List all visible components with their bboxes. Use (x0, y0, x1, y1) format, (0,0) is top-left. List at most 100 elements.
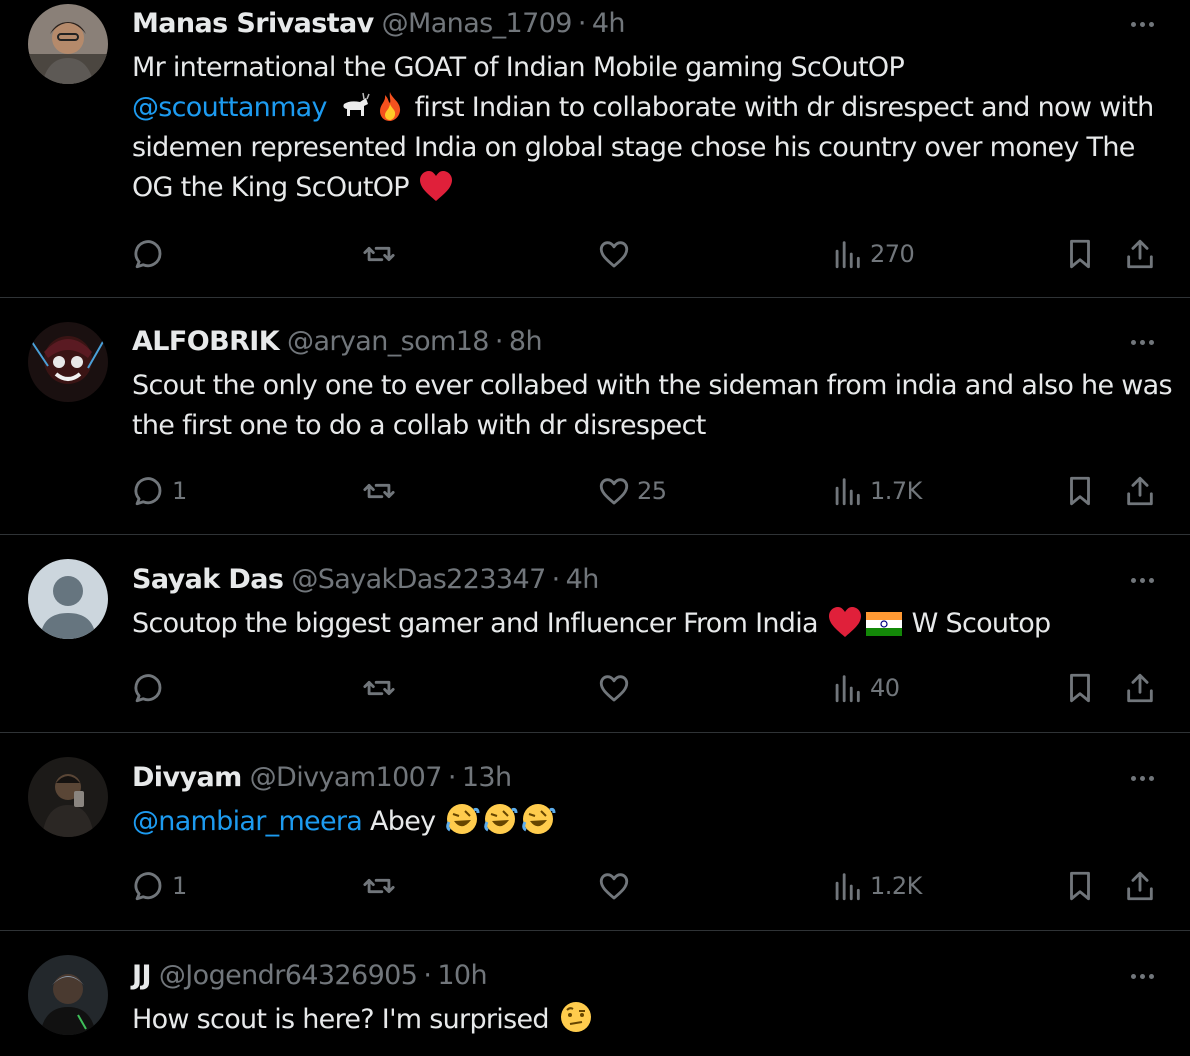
share-button[interactable] (1123, 234, 1157, 274)
india-flag-emoji-icon (865, 612, 902, 636)
author-name[interactable]: ALFOBRIK (132, 326, 280, 357)
separator-dot: · (423, 959, 432, 991)
mention-link[interactable]: @scouttanmay (132, 92, 328, 123)
retweet-button[interactable] (362, 234, 396, 274)
author-handle[interactable]: @SayakDas223347 (291, 564, 546, 595)
reply-button[interactable]: 1 (132, 471, 187, 511)
author-handle[interactable]: @aryan_som18 (287, 326, 489, 357)
avatar[interactable] (28, 955, 108, 1035)
bookmark-icon (1070, 673, 1090, 703)
bookmark-button[interactable] (1063, 471, 1097, 511)
separator-dot: · (447, 761, 457, 793)
tweet-header: JJ @Jogendr64326905 · 10h (132, 958, 488, 992)
timestamp[interactable]: 8h (509, 326, 543, 357)
rofl-emoji-icon (484, 804, 518, 834)
separator-dot: · (577, 7, 587, 39)
more-icon[interactable] (1124, 565, 1160, 595)
heart-icon (599, 675, 629, 702)
retweet-button[interactable] (362, 668, 396, 708)
views-icon (835, 478, 860, 506)
views-button[interactable]: 270 (830, 234, 915, 274)
bookmark-button[interactable] (1063, 234, 1097, 274)
more-icon[interactable] (1124, 961, 1160, 991)
tweet-header: Divyam @Divyam1007 · 13h (132, 760, 512, 794)
author-name[interactable]: JJ (132, 960, 152, 991)
reply-button[interactable]: 1 (132, 866, 187, 906)
retweet-button[interactable] (362, 471, 396, 511)
timestamp[interactable]: 4h (592, 8, 626, 39)
timestamp[interactable]: 10h (437, 960, 487, 991)
retweet-icon (363, 246, 395, 262)
share-button[interactable] (1123, 866, 1157, 906)
text-segment: How scout is here? I'm surprised (132, 1004, 550, 1035)
retweet-button[interactable] (362, 866, 396, 906)
separator-dot: · (494, 325, 504, 357)
avatar[interactable] (28, 322, 108, 402)
timestamp[interactable]: 13h (462, 762, 512, 793)
views-icon (835, 675, 860, 703)
more-icon[interactable] (1124, 9, 1160, 39)
text-segment: Scoutop the biggest gamer and Influencer… (132, 608, 819, 639)
author-handle[interactable]: @Divyam1007 (250, 762, 443, 793)
red-heart-emoji-icon (419, 171, 452, 201)
author-name[interactable]: Sayak Das (132, 564, 284, 595)
rofl-emoji-icon (522, 804, 556, 834)
tweet-alfobrik[interactable]: ALFOBRIK @aryan_som18 · 8h Scout the onl… (0, 298, 1190, 535)
fire-emoji-icon (379, 92, 400, 121)
views-count: 1.7K (870, 477, 922, 505)
share-button[interactable] (1123, 471, 1157, 511)
heart-icon (599, 478, 629, 505)
red-heart-emoji-icon (828, 607, 861, 637)
share-icon (1127, 871, 1153, 901)
tweet-header: Sayak Das @SayakDas223347 · 4h (132, 562, 599, 596)
raised-eyebrow-emoji-icon (560, 1002, 591, 1032)
like-button[interactable]: 25 (597, 471, 667, 511)
views-icon (835, 873, 860, 901)
retweet-icon (363, 483, 395, 499)
like-button[interactable] (597, 866, 637, 906)
timestamp[interactable]: 4h (566, 564, 600, 595)
share-icon (1127, 476, 1153, 506)
avatar[interactable] (28, 757, 108, 837)
author-name[interactable]: Divyam (132, 762, 242, 793)
bookmark-icon (1070, 239, 1090, 269)
reply-count: 1 (172, 477, 187, 505)
reply-count: 1 (172, 872, 187, 900)
tweet-divyam[interactable]: Divyam @Divyam1007 · 13h @nambiar_meera … (0, 733, 1190, 931)
author-handle[interactable]: @Jogendr64326905 (159, 960, 418, 991)
like-count: 25 (637, 477, 667, 505)
tweet-text: Scoutop the biggest gamer and Influencer… (132, 604, 1172, 644)
bookmark-icon (1070, 476, 1090, 506)
mention-link[interactable]: @nambiar_meera (132, 806, 363, 837)
text-segment: Abey (370, 806, 436, 837)
reply-button[interactable] (132, 668, 172, 708)
author-handle[interactable]: @Manas_1709 (382, 8, 573, 39)
views-button[interactable]: 1.7K (830, 471, 922, 511)
views-button[interactable]: 1.2K (830, 866, 922, 906)
like-button[interactable] (597, 234, 637, 274)
like-button[interactable] (597, 668, 637, 708)
tweet-text: Mr international the GOAT of Indian Mobi… (132, 48, 1172, 208)
views-count: 40 (870, 674, 900, 702)
text-segment: Mr international the GOAT of Indian Mobi… (132, 52, 905, 83)
tweet-text: How scout is here? I'm surprised (132, 1000, 1172, 1040)
more-icon[interactable] (1124, 327, 1160, 357)
bookmark-button[interactable] (1063, 866, 1097, 906)
reply-button[interactable] (132, 234, 172, 274)
author-name[interactable]: Manas Srivastav (132, 8, 374, 39)
more-icon[interactable] (1124, 763, 1160, 793)
tweet-sayak[interactable]: Sayak Das @SayakDas223347 · 4h Scoutop t… (0, 535, 1190, 733)
reply-icon (134, 674, 162, 703)
tweet-jj[interactable]: JJ @Jogendr64326905 · 10h How scout is h… (0, 931, 1190, 1056)
views-button[interactable]: 40 (830, 668, 900, 708)
share-button[interactable] (1123, 668, 1157, 708)
tweet-text: @nambiar_meera Abey (132, 802, 1172, 842)
share-icon (1127, 673, 1153, 703)
reply-icon (134, 872, 162, 901)
separator-dot: · (551, 563, 561, 595)
tweet-manas[interactable]: Manas Srivastav @Manas_1709 · 4h Mr inte… (0, 0, 1190, 298)
avatar[interactable] (28, 559, 108, 639)
bookmark-button[interactable] (1063, 668, 1097, 708)
avatar[interactable] (28, 4, 108, 84)
goat-emoji-icon (343, 92, 370, 116)
